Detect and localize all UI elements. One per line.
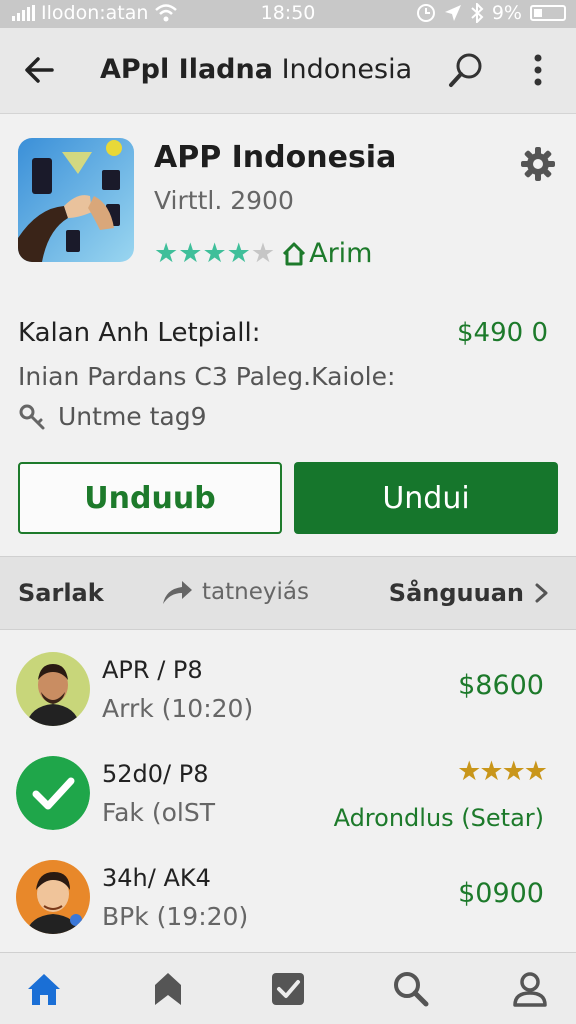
status-bar: Ilodon:atan 18:50 9% bbox=[0, 0, 576, 28]
app-card: APP Indonesia Virttl. 2900 ★ ★ ★ ★ ★ Ari… bbox=[0, 114, 576, 556]
tab-right[interactable]: Sånguuan bbox=[389, 579, 550, 607]
app-bar: APpl Iladna Indonesia bbox=[0, 28, 576, 114]
rating-row: ★ ★ ★ ★ ★ Arim bbox=[154, 238, 372, 269]
bookmark-icon[interactable] bbox=[148, 969, 188, 1009]
search-icon[interactable] bbox=[390, 969, 430, 1009]
tag-text: Untme tag9 bbox=[58, 402, 207, 431]
download-outline-button[interactable]: Unduub bbox=[18, 462, 282, 534]
bluetooth-icon bbox=[471, 3, 484, 23]
avatar bbox=[16, 860, 90, 934]
list-item-amount: $8600 bbox=[458, 670, 544, 701]
star-icon: ★ bbox=[250, 238, 276, 269]
download-button[interactable]: Undui bbox=[294, 462, 558, 534]
app-version: Virttl. 2900 bbox=[154, 186, 294, 215]
star-icon: ★ bbox=[226, 238, 251, 269]
location-icon bbox=[444, 5, 461, 21]
more-vert-icon[interactable] bbox=[524, 50, 552, 90]
battery-percent: 9% bbox=[491, 2, 522, 24]
avatar bbox=[16, 652, 90, 726]
battery-icon bbox=[530, 5, 566, 21]
alarm-icon bbox=[416, 4, 435, 22]
check-circle-icon bbox=[16, 756, 90, 830]
star-icon: ★ bbox=[154, 238, 179, 269]
list-item[interactable]: 34h/ AK4 BPk (19:20) $0900 bbox=[0, 846, 576, 950]
tab-left[interactable]: Sarlak bbox=[18, 579, 104, 607]
transaction-list: APR / P8 Arrk (10:20) $8600 52d0/ P8 Fak… bbox=[0, 630, 576, 952]
search-icon[interactable] bbox=[446, 50, 486, 90]
checkbox-icon[interactable] bbox=[268, 969, 308, 1009]
home-outline-icon bbox=[283, 242, 306, 265]
info-line2: Inian Pardans C3 Paleg.Kaiole: bbox=[18, 362, 396, 391]
gear-icon[interactable] bbox=[520, 146, 556, 182]
rating-label: Arim bbox=[309, 238, 373, 269]
key-icon bbox=[19, 404, 45, 429]
tab-right-label: Sånguuan bbox=[388, 579, 524, 607]
tab-middle[interactable]: tatneyiás bbox=[160, 577, 309, 607]
back-arrow-icon[interactable] bbox=[20, 50, 60, 90]
list-item-stars: ★★★★ bbox=[457, 756, 548, 787]
profile-icon[interactable] bbox=[510, 969, 550, 1009]
tab-middle-label: tatneyiás bbox=[202, 579, 309, 605]
tab-bar: Sarlak tatneyiás Sånguuan bbox=[0, 556, 576, 630]
tag-row: Untme tag9 bbox=[18, 402, 207, 431]
bottom-nav bbox=[0, 952, 576, 1024]
share-arrow-icon bbox=[163, 581, 192, 604]
list-item[interactable]: APR / P8 Arrk (10:20) $8600 bbox=[0, 638, 576, 742]
app-logo-icon bbox=[18, 138, 134, 262]
list-item-amount: $0900 bbox=[458, 878, 544, 909]
list-item-subtitle: BPk (19:20) bbox=[102, 902, 249, 931]
star-icon: ★ bbox=[202, 238, 227, 269]
list-item-title: 34h/ AK4 bbox=[102, 864, 211, 892]
list-item[interactable]: 52d0/ P8 Fak (olST ★★★★ Adrondlus (Setar… bbox=[0, 742, 576, 846]
list-item-title: 52d0/ P8 bbox=[102, 760, 209, 788]
list-item-title: APR / P8 bbox=[102, 656, 203, 684]
list-item-subtitle: Arrk (10:20) bbox=[102, 694, 254, 723]
list-item-status: Adrondlus (Setar) bbox=[333, 804, 544, 832]
app-name: APP Indonesia bbox=[154, 140, 397, 175]
page-title: APpl Iladna Indonesia bbox=[100, 54, 412, 85]
status-right: 9% bbox=[416, 2, 566, 24]
chevron-right-icon bbox=[535, 583, 548, 603]
page-title-bold: APpl Iladna bbox=[100, 54, 273, 85]
star-icon: ★ bbox=[178, 238, 203, 269]
info-label: Kalan Anh Letpiall: bbox=[18, 318, 261, 348]
list-item-subtitle: Fak (olST bbox=[102, 798, 215, 827]
page-title-rest: Indonesia bbox=[281, 54, 413, 85]
info-price: $490 0 bbox=[457, 318, 548, 348]
home-icon[interactable] bbox=[24, 969, 64, 1009]
